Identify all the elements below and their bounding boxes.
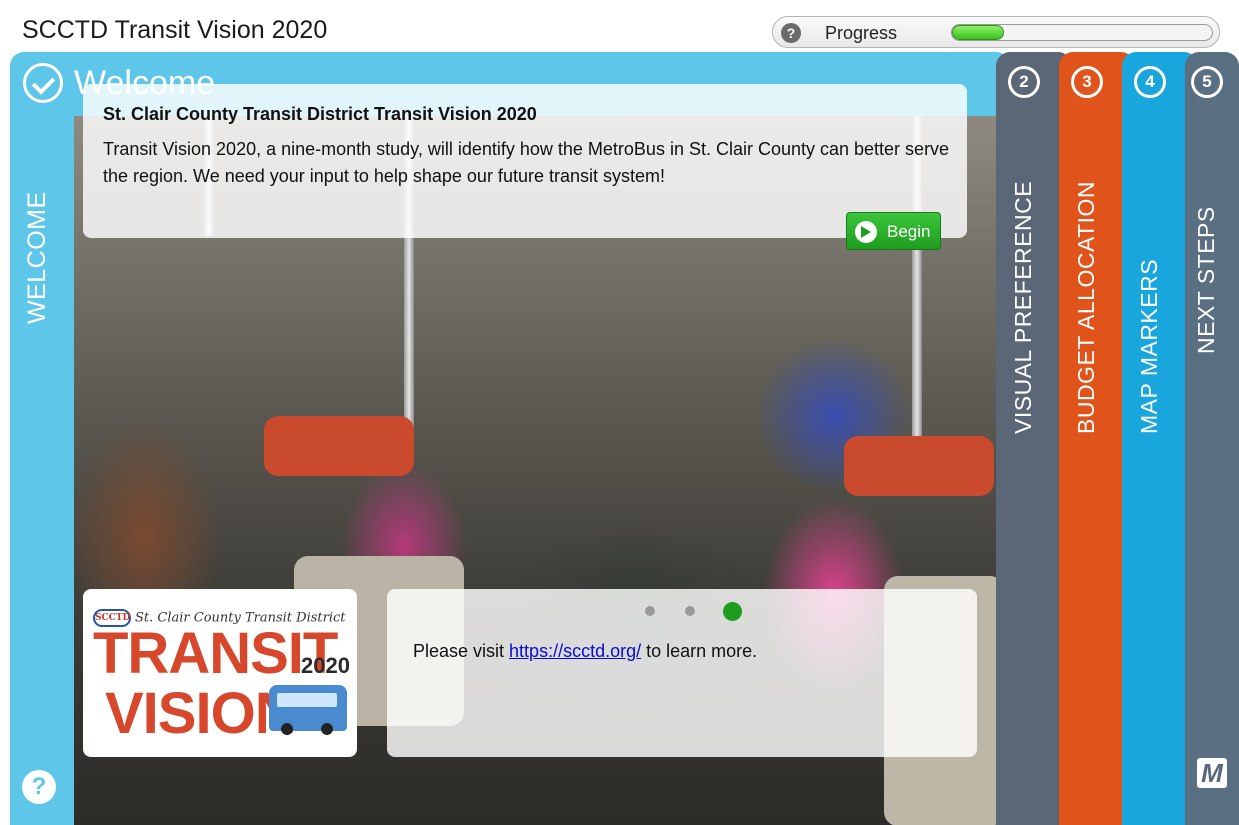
logo-year: 2020 (301, 653, 350, 678)
info-card: Please visit https://scctd.org/ to learn… (387, 589, 977, 757)
info-text: Please visit https://scctd.org/ to learn… (413, 641, 757, 662)
photo-seat (844, 436, 994, 496)
begin-button-label: Begin (887, 222, 931, 241)
tab-label: VISUAL PREFERENCE (1010, 180, 1036, 434)
tab-label: BUDGET ALLOCATION (1073, 180, 1099, 434)
progress-label: Progress (825, 23, 898, 43)
info-text-after: to learn more. (641, 641, 758, 661)
photo-seat (264, 416, 414, 476)
carousel-dot-1[interactable] (645, 606, 655, 616)
app-title: SCCTD Transit Vision 2020 (22, 16, 328, 44)
begin-button[interactable]: Begin (846, 212, 941, 250)
tab-label: NEXT STEPS (1193, 206, 1219, 354)
top-bar: SCCTD Transit Vision 2020 ? Progress (0, 0, 1239, 52)
tab-number: 2 (1008, 66, 1040, 98)
carousel-dot-2[interactable] (685, 606, 695, 616)
transit-vision-logo: SCCTD St. Clair County Transit District T… (83, 589, 357, 757)
progress-widget[interactable]: ? Progress (772, 16, 1220, 48)
help-circle-icon[interactable]: ? (22, 770, 56, 804)
welcome-side-label: WELCOME (23, 191, 51, 324)
info-text-before: Please visit (413, 641, 510, 661)
carousel-dot-3-active[interactable] (723, 602, 742, 621)
tab-next-steps[interactable]: 5 NEXT STEPS M (1185, 52, 1239, 825)
check-circle-icon (23, 63, 63, 103)
scctd-link[interactable]: https://scctd.org/ (509, 641, 641, 661)
logo-word-vision: VISION (105, 681, 297, 746)
tab-number: 5 (1191, 66, 1223, 98)
arrow-right-circle-icon (855, 221, 877, 243)
metroquest-logo-icon: M (1197, 758, 1227, 788)
intro-heading: St. Clair County Transit District Transi… (103, 104, 537, 124)
tab-number: 4 (1134, 66, 1166, 98)
progress-bar (951, 24, 1213, 41)
intro-body: Transit Vision 2020, a nine-month study,… (103, 139, 950, 186)
tab-label: MAP MARKERS (1136, 258, 1162, 434)
tab-number: 3 (1071, 66, 1103, 98)
help-circle-icon[interactable]: ? (781, 23, 801, 43)
intro-card: St. Clair County Transit District Transi… (83, 84, 967, 250)
bus-icon (269, 685, 347, 735)
progress-bar-fill (952, 25, 1004, 40)
